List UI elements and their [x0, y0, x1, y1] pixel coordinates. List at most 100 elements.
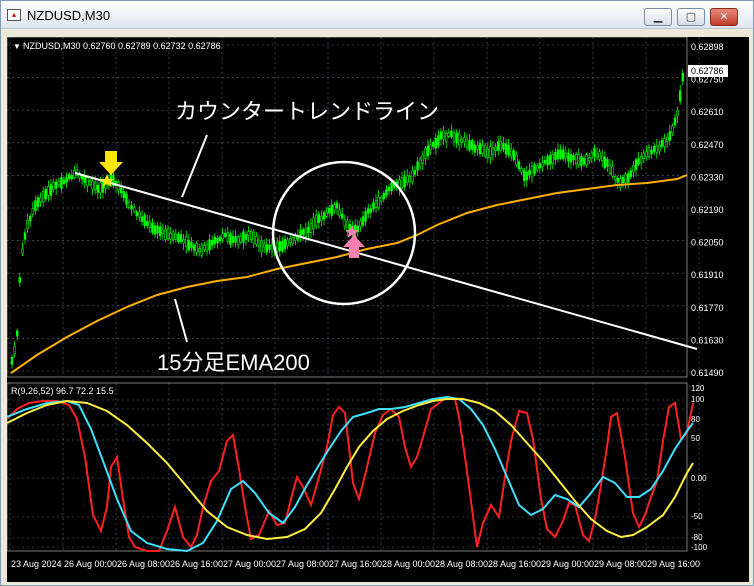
candle-body — [452, 132, 456, 142]
candle-body — [504, 143, 508, 155]
candle-body — [224, 233, 227, 237]
ema200-line — [10, 174, 688, 374]
candle-body — [135, 211, 138, 217]
chart-icon: ▴ — [7, 9, 21, 21]
candle-body — [330, 204, 333, 216]
candle-body — [541, 162, 544, 167]
collapse-icon[interactable]: ▼ — [13, 42, 21, 51]
candle-body — [533, 164, 536, 174]
candle-body — [211, 239, 214, 246]
price-tick-label: 0.62050 — [691, 238, 724, 248]
candle-body — [369, 208, 372, 213]
time-tick-label: 28 Aug 00:00 — [382, 559, 435, 569]
candle-body — [39, 197, 42, 202]
price-tick-label: 0.61910 — [691, 270, 724, 280]
candle-body — [127, 202, 131, 208]
candle-body — [382, 193, 385, 199]
candle-body — [528, 169, 531, 176]
candle-body — [447, 132, 450, 137]
candle-body — [642, 152, 646, 159]
candle-body — [216, 237, 219, 244]
candle-body — [619, 178, 622, 188]
candle-body — [663, 138, 666, 148]
candle-body — [374, 200, 378, 208]
candle-body — [385, 189, 388, 196]
candle-body — [502, 142, 505, 150]
time-axis: 23 Aug 2024 26 Aug 00:00 26 Aug 08:00 26 Au… — [11, 559, 700, 569]
candle-body — [242, 231, 245, 243]
price-tick-label: 0.62190 — [691, 205, 724, 215]
candle-body — [525, 171, 529, 181]
price-tick-label: 0.61490 — [691, 368, 724, 378]
candle-body — [120, 187, 123, 194]
candle-body — [442, 130, 445, 140]
time-tick-label: 26 Aug 00:00 — [64, 559, 117, 569]
candle-body — [418, 158, 422, 167]
candle-body — [275, 242, 279, 252]
candle-body — [366, 208, 370, 214]
minimize-button[interactable]: ▁ — [644, 8, 672, 26]
candle-body — [548, 154, 552, 165]
candle-body — [65, 177, 68, 183]
candle-body — [195, 243, 198, 253]
candle-body — [307, 226, 310, 234]
candle-body — [650, 149, 653, 155]
candle-body — [426, 145, 430, 157]
candle-body — [606, 159, 609, 167]
candle-body — [44, 188, 48, 200]
candle-body — [658, 144, 661, 152]
current-price-label: 0.62786 — [691, 66, 724, 76]
candle-body — [252, 231, 255, 244]
price-tick-label: 0.61630 — [691, 335, 724, 345]
candle-body — [99, 182, 102, 194]
candle-body — [535, 165, 539, 171]
candle-body — [41, 190, 45, 203]
candle-body — [546, 156, 549, 166]
candle-body — [559, 149, 562, 159]
candle-body — [231, 236, 235, 243]
candle-body — [681, 72, 685, 82]
time-tick-label: 27 Aug 00:00 — [223, 559, 276, 569]
candle-body — [13, 346, 16, 354]
candle-body — [314, 214, 318, 227]
candle-body — [262, 243, 266, 248]
candle-body — [265, 244, 268, 253]
candle-body — [57, 181, 61, 186]
candle-body — [70, 175, 74, 179]
candle-body — [161, 229, 164, 235]
yellow-down-arrow-icon — [99, 151, 123, 175]
candle-body — [34, 200, 37, 212]
main-chart-header: NZDUSD,M30 0.62760 0.62789 0.62732 0.627… — [23, 41, 221, 51]
candle-body — [431, 141, 435, 147]
close-button[interactable]: ✕ — [710, 8, 738, 26]
candle-body — [678, 90, 682, 102]
candle-body — [125, 193, 128, 205]
price-axis: 0.628980.627500.626100.624700.623300.621… — [691, 42, 724, 378]
candle-body — [481, 145, 484, 154]
chart-area[interactable]: カウンタートレンドライン 15分足EMA200 ▼ NZDUSD,M30 0.6… — [7, 37, 749, 582]
title-bar[interactable]: ▴ NZDUSD,M30 ▁ ▢ ✕ — [1, 1, 753, 29]
candle-body — [455, 132, 458, 144]
candle-body — [629, 170, 633, 178]
maximize-button[interactable]: ▢ — [677, 8, 705, 26]
candle-body — [237, 236, 240, 245]
candle-body — [172, 231, 175, 240]
candle-body — [182, 239, 185, 244]
candle-body — [551, 153, 555, 164]
candle-body — [457, 133, 461, 146]
candle-body — [494, 146, 497, 152]
candle-body — [486, 149, 489, 159]
candle-body — [499, 141, 502, 151]
time-tick-label: 26 Aug 16:00 — [170, 559, 223, 569]
candle-body — [655, 145, 659, 153]
chart-canvas[interactable]: カウンタートレンドライン 15分足EMA200 ▼ NZDUSD,M30 0.6… — [7, 37, 749, 582]
candle-body — [444, 133, 448, 142]
time-tick-label: 28 Aug 16:00 — [488, 559, 541, 569]
candle-body — [335, 202, 339, 209]
candle-body — [515, 154, 518, 165]
candle-body — [54, 181, 58, 189]
time-tick-label: 28 Aug 08:00 — [435, 559, 488, 569]
indicator-tick-label: -100 — [691, 543, 708, 552]
candle-body — [543, 159, 547, 164]
candle-body — [244, 234, 248, 240]
